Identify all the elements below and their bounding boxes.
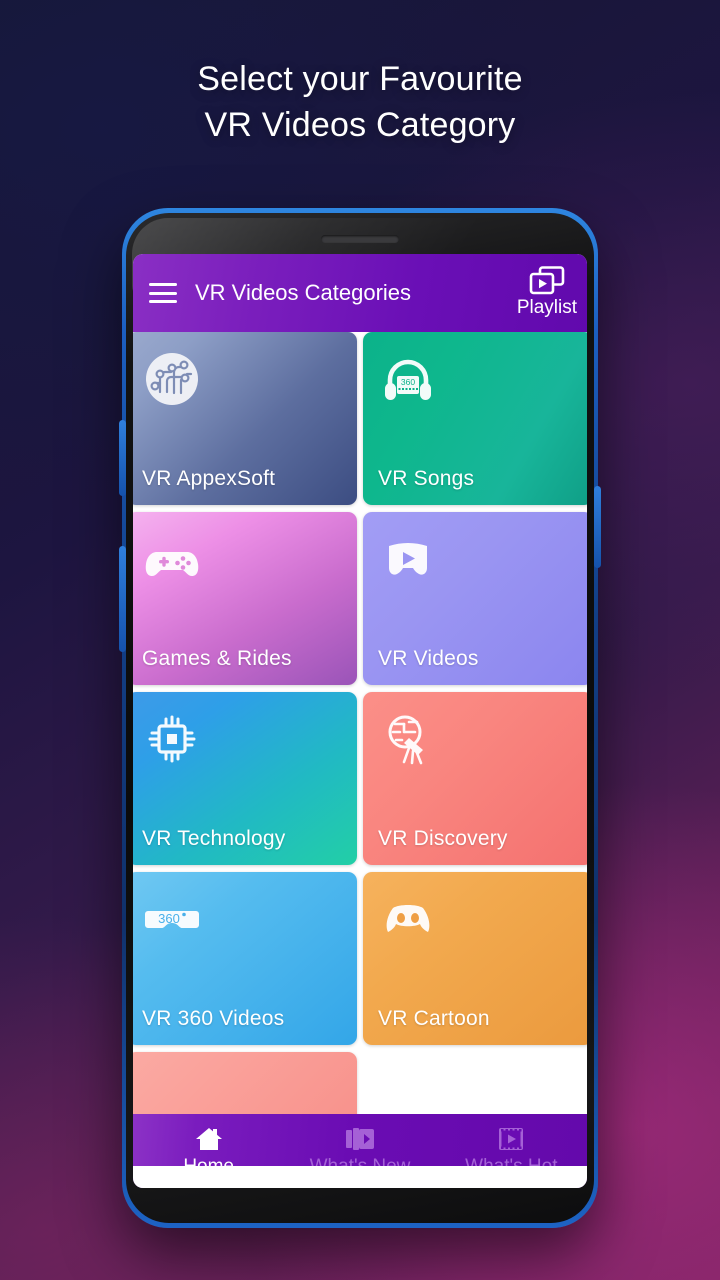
- category-tile-vr-videos[interactable]: VR Videos: [363, 512, 587, 685]
- category-tile-vr-360-videos[interactable]: 360 VR 360 Videos: [133, 872, 357, 1045]
- category-label: VR Songs: [378, 467, 475, 490]
- hamburger-menu-icon[interactable]: [149, 283, 177, 303]
- category-row-partial: [133, 1052, 587, 1114]
- category-row: Games & Rides VR Videos: [133, 512, 587, 692]
- category-row: VR Technology VR Discovery: [133, 692, 587, 872]
- category-row: VR AppexSoft 360 VR Songs: [133, 332, 587, 512]
- promo-headline: Select your Favourite VR Videos Category: [0, 56, 720, 148]
- app-bar: VR Videos Categories Playlist: [133, 254, 587, 332]
- category-tile-vr-cartoon[interactable]: VR Cartoon: [363, 872, 587, 1045]
- category-tile-vr-technology[interactable]: VR Technology: [133, 692, 357, 865]
- category-tile-partial-left[interactable]: [133, 1052, 357, 1114]
- category-label: VR AppexSoft: [142, 467, 276, 490]
- category-label: VR Cartoon: [378, 1007, 490, 1030]
- earpiece-speaker: [321, 235, 399, 243]
- vr-screen-play-icon: [379, 530, 437, 588]
- category-row: 360 VR 360 Videos VR Cartoon: [133, 872, 587, 1052]
- headline-line-1: Select your Favourite: [197, 60, 523, 98]
- film-strip-hot-icon: [496, 1125, 526, 1153]
- playlist-label: Playlist: [516, 296, 577, 318]
- gamepad-icon: [143, 530, 201, 588]
- circuit-board-icon: [143, 350, 201, 408]
- film-play-new-icon: [345, 1125, 375, 1153]
- globe-telescope-icon: [379, 710, 437, 768]
- cpu-chip-icon: [143, 710, 201, 768]
- category-label: VR Videos: [378, 647, 479, 670]
- vr-goggles-360-icon: 360: [143, 890, 201, 948]
- playlist-button[interactable]: Playlist: [516, 265, 577, 321]
- svg-text:360: 360: [401, 377, 415, 387]
- volume-down-button[interactable]: [119, 546, 126, 652]
- phone-mockup: VR Videos Categories Playlist VR AppexSo…: [119, 208, 601, 1228]
- svg-text:360: 360: [158, 911, 180, 926]
- category-tile-vr-songs[interactable]: 360 VR Songs: [363, 332, 587, 505]
- cartoon-face-icon: [379, 890, 437, 948]
- category-tile-vr-appexsoft[interactable]: VR AppexSoft: [133, 332, 357, 505]
- category-tile-partial-right[interactable]: [363, 1052, 587, 1114]
- category-tile-games-rides[interactable]: Games & Rides: [133, 512, 357, 685]
- headline-line-2: VR Videos Category: [204, 106, 516, 144]
- power-button[interactable]: [594, 486, 601, 568]
- category-label: Games & Rides: [142, 647, 292, 670]
- playlist-icon: [529, 265, 565, 296]
- screen-bottom-fill: [133, 1166, 587, 1188]
- category-tile-vr-discovery[interactable]: VR Discovery: [363, 692, 587, 865]
- page-title: VR Videos Categories: [195, 280, 412, 305]
- category-grid: VR AppexSoft 360 VR Songs Games & Rides …: [133, 332, 587, 1114]
- volume-up-button[interactable]: [119, 420, 126, 496]
- category-label: VR Technology: [142, 827, 286, 850]
- headphones-360-icon: 360: [379, 350, 437, 408]
- home-icon: [194, 1125, 224, 1153]
- category-label: VR Discovery: [378, 827, 508, 850]
- category-label: VR 360 Videos: [142, 1007, 285, 1030]
- phone-screen: VR Videos Categories Playlist VR AppexSo…: [133, 254, 587, 1188]
